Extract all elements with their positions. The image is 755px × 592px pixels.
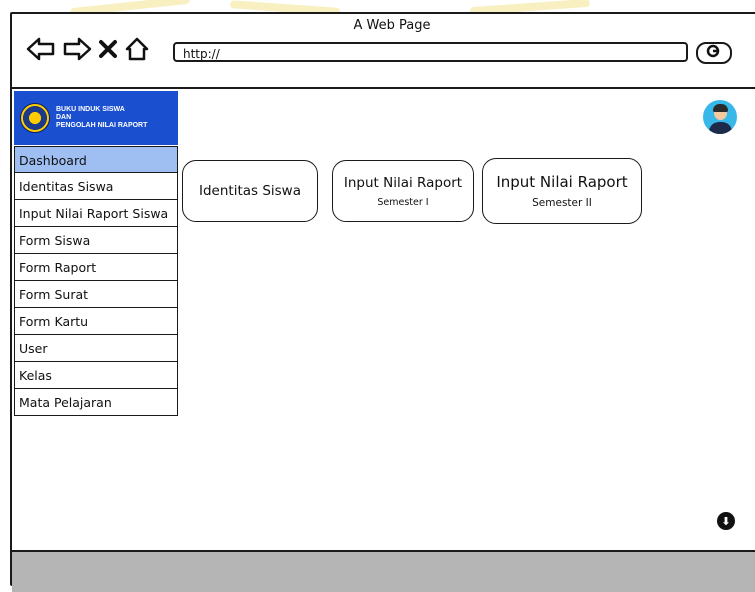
close-icon[interactable]	[98, 36, 118, 66]
sidebar-item-input-nilai-raport-siswa[interactable]: Input Nilai Raport Siswa	[14, 200, 178, 227]
sidebar-item-form-surat[interactable]: Form Surat	[14, 281, 178, 308]
browser-separator	[12, 87, 755, 89]
card-title: Identitas Siswa	[198, 183, 301, 199]
search-icon	[706, 44, 722, 62]
card-subtitle: Semester II	[532, 197, 592, 209]
card-title: Input Nilai Raport	[496, 173, 628, 191]
sidebar-item-identitas-siswa[interactable]: Identitas Siswa	[14, 173, 178, 200]
brand-header[interactable]: BUKU INDUK SISWA DAN PENGOLAH NILAI RAPO…	[14, 91, 178, 145]
sidebar-item-form-raport[interactable]: Form Raport	[14, 254, 178, 281]
card-identitas-siswa[interactable]: Identitas Siswa	[182, 160, 318, 222]
address-bar[interactable]: http://	[173, 42, 688, 62]
sidebar-item-dashboard[interactable]: Dashboard	[14, 146, 178, 173]
card-title: Input Nilai Raport	[343, 174, 463, 191]
back-arrow-icon[interactable]	[26, 36, 56, 66]
search-button[interactable]	[696, 42, 732, 64]
card-input-nilai-semester-2[interactable]: Input Nilai Raport Semester II	[482, 158, 642, 224]
brand-line: PENGOLAH NILAI RAPORT	[56, 122, 148, 129]
sidebar-item-kelas[interactable]: Kelas	[14, 362, 178, 389]
card-input-nilai-semester-1[interactable]: Input Nilai Raport Semester I	[332, 160, 474, 222]
brand-line: DAN	[56, 114, 72, 121]
avatar-body	[709, 122, 732, 134]
sidebar-item-form-siswa[interactable]: Form Siswa	[14, 227, 178, 254]
brand-line: BUKU INDUK SISWA	[56, 106, 125, 113]
browser-window: A Web Page http:// BUKU INDUK SISWA DAN …	[10, 12, 755, 592]
browser-nav	[26, 36, 150, 66]
browser-title: A Web Page	[353, 18, 431, 33]
card-subtitle: Semester I	[377, 196, 429, 208]
forward-arrow-icon[interactable]	[62, 36, 92, 66]
sidebar-item-user[interactable]: User	[14, 335, 178, 362]
home-icon[interactable]	[124, 36, 150, 66]
sidebar-item-form-kartu[interactable]: Form Kartu	[14, 308, 178, 335]
footer-bar	[12, 550, 755, 592]
avatar[interactable]	[703, 100, 737, 134]
sidebar-item-mata-pelajaran[interactable]: Mata Pelajaran	[14, 389, 178, 416]
sidebar-menu: Dashboard Identitas Siswa Input Nilai Ra…	[14, 146, 178, 416]
school-logo	[20, 103, 50, 133]
brand-text: BUKU INDUK SISWA DAN PENGOLAH NILAI RAPO…	[56, 106, 147, 130]
avatar-hair	[713, 104, 728, 112]
download-icon[interactable]: ⬇	[717, 512, 735, 530]
